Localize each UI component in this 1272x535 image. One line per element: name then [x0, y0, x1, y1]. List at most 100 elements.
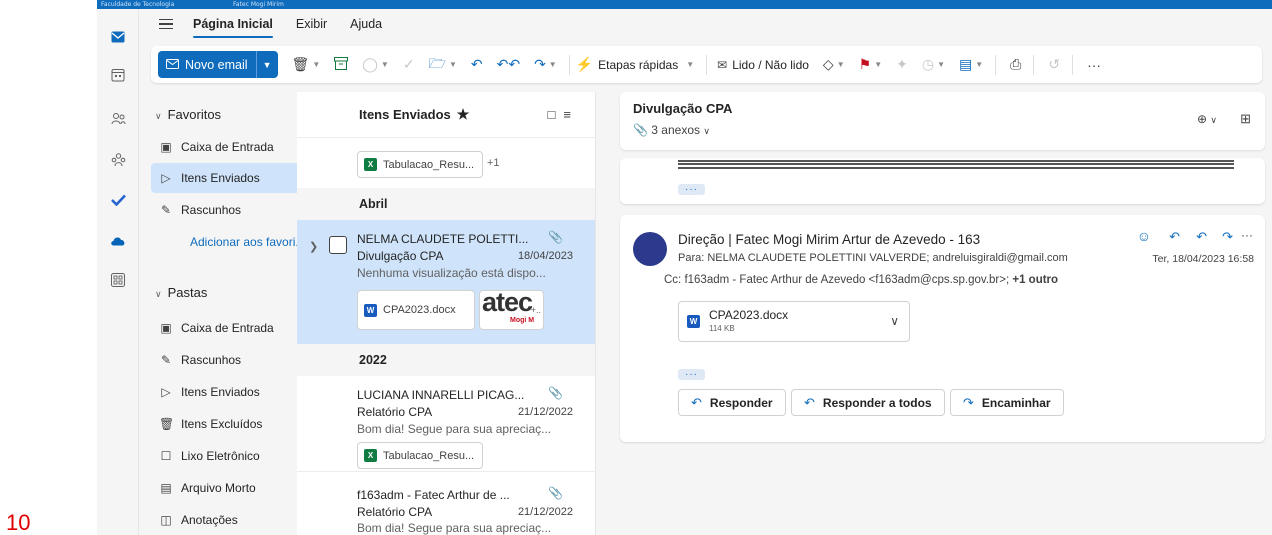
zoom-icon[interactable]: ⊕ ∨	[1197, 112, 1217, 126]
reply-button[interactable]: ↶	[471, 56, 483, 73]
undo-button[interactable]: ↺	[1048, 56, 1060, 73]
message-list: Itens Enviados ★ □≡ X Tabulacao_Resu... +…	[297, 92, 596, 535]
paperclip-icon: 📎	[548, 386, 563, 400]
tag-button[interactable]: ◇ ▼	[823, 56, 845, 73]
new-email-button[interactable]: Novo email	[158, 51, 256, 78]
word-file-icon: W	[687, 315, 700, 328]
people-icon[interactable]	[108, 108, 128, 128]
read-unread-button[interactable]: ✉ Lido / Não lido	[717, 58, 809, 72]
show-more-dots[interactable]: ···	[678, 369, 705, 380]
folders-label: Pastas	[167, 285, 208, 300]
read-unread-label: Lido / Não lido	[732, 57, 809, 72]
hamburger-menu-icon[interactable]	[159, 16, 173, 33]
forward-icon: ↷	[534, 56, 546, 72]
favorite-item-inbox[interactable]: ▣ Caixa de Entrada	[151, 132, 319, 162]
reply-label: Responder	[709, 395, 773, 410]
print-button[interactable]: ⎙	[1010, 56, 1021, 73]
delete-button[interactable]: 🗑 ▼	[292, 56, 321, 73]
list-item-selected[interactable]: ❯ NELMA CLAUDETE POLETTI... 📎 Divulgação…	[297, 220, 595, 344]
more-options-button[interactable]: ···	[1087, 57, 1101, 73]
folder-item-notes[interactable]: ◫ Anotações	[151, 505, 319, 535]
item-subject: Relatório CPA	[357, 505, 433, 519]
forward-button[interactable]: ↷ Encaminhar	[950, 389, 1064, 416]
attachment-chip[interactable]: X Tabulacao_Resu...	[357, 442, 484, 469]
sweep-button[interactable]: ✓	[403, 56, 415, 73]
select-checkbox[interactable]	[329, 236, 347, 254]
reply-all-button[interactable]: ↶ Responder a todos	[791, 389, 945, 416]
image-thumbnail[interactable]: atec Mogi M +..	[479, 290, 544, 330]
cc-text: Cc: f163adm - Fatec Arthur de Azevedo <f…	[664, 274, 1010, 286]
folder-item-sent[interactable]: ▷ Itens Enviados	[151, 377, 319, 407]
group-header-april: Abril	[297, 188, 595, 220]
select-icon[interactable]: □	[548, 107, 564, 122]
attachments-toggle[interactable]: 📎 3 anexos ∨	[633, 123, 710, 137]
report-button[interactable]: ◯ ▼	[362, 56, 389, 73]
flag-button[interactable]: ⚑ ▼	[859, 56, 882, 73]
folder-label: Caixa de Entrada	[181, 321, 274, 335]
quick-steps-button[interactable]: ⚡ Etapas rápidas ▼	[576, 56, 694, 73]
chevron-down-icon[interactable]: ∨	[890, 314, 899, 328]
folder-item-inbox[interactable]: ▣ Caixa de Entrada	[151, 313, 319, 343]
mail-icon[interactable]	[108, 27, 128, 47]
avatar[interactable]	[633, 232, 667, 266]
reply-icon[interactable]: ↶	[1169, 229, 1180, 245]
move-to-button[interactable]: 🗁 ▼	[429, 53, 457, 77]
list-item[interactable]: f163adm - Fatec Arthur de ... 📎 Relatóri…	[297, 482, 595, 535]
word-file-icon: W	[364, 303, 377, 317]
onedrive-icon[interactable]	[108, 230, 128, 250]
more-actions-icon[interactable]: ···	[1241, 228, 1253, 242]
rules-button[interactable]: ▤ ▼	[959, 56, 983, 73]
calendar-icon[interactable]	[108, 65, 128, 85]
message-subject: Divulgação CPA	[633, 101, 733, 116]
reply-all-button[interactable]: ↶↶	[497, 56, 520, 73]
forward-icon[interactable]: ↷	[1222, 229, 1233, 245]
favorite-item-drafts[interactable]: ✎Rascunhos1	[151, 195, 319, 225]
pin-button[interactable]: ✦	[896, 56, 908, 73]
item-sender: LUCIANA INNARELLI PICAG...	[357, 388, 525, 402]
archive-button[interactable]	[334, 56, 349, 73]
favorite-item-sent[interactable]: ▷ Itens Enviados	[151, 163, 319, 193]
show-more-dots[interactable]: ···	[678, 184, 705, 195]
attachment-card[interactable]: W CPA2023.docx 114 KB ∨	[678, 301, 910, 342]
apps-icon[interactable]	[108, 270, 128, 290]
forward-button[interactable]: ↷ ▼	[534, 56, 557, 73]
more-attachments-count: +1	[487, 157, 500, 169]
open-window-icon[interactable]: ⊞	[1240, 111, 1251, 127]
tab-help[interactable]: Ajuda	[350, 13, 382, 35]
envelope-open-icon: ✉	[717, 57, 728, 72]
attachment-chip[interactable]: W CPA2023.docx	[357, 290, 475, 330]
folder-item-junk[interactable]: ☐ Lixo Eletrônico	[151, 441, 319, 471]
attachment-chip[interactable]: X Tabulacao_Resu...	[357, 151, 484, 178]
sender-name[interactable]: Direção | Fatec Mogi Mirim Artur de Azev…	[678, 232, 980, 247]
snooze-button[interactable]: ◷ ▼	[922, 56, 945, 73]
list-item[interactable]: LUCIANA INNARELLI PICAG... 📎 Relatório C…	[297, 376, 595, 472]
folder-item-drafts[interactable]: ✎Rascunhos1	[151, 345, 319, 375]
tab-view[interactable]: Exibir	[296, 13, 327, 35]
groups-icon[interactable]	[108, 149, 128, 169]
chevron-down-icon[interactable]: ▼	[255, 51, 278, 78]
item-date: 21/12/2022	[517, 406, 573, 418]
folder-label: Caixa de Entrada	[181, 140, 274, 154]
window-top-strip: Faculdade de Tecnologia Fatec Mogi Mirim	[97, 0, 1272, 9]
rules-icon: ▤	[958, 56, 973, 72]
folder-label: Rascunhos	[181, 353, 242, 367]
favorites-header[interactable]: ∨ Favoritos	[155, 107, 221, 122]
todo-icon[interactable]	[108, 190, 128, 210]
menu-bar: Página Inicial Exibir Ajuda	[139, 9, 1272, 39]
add-favorite-link[interactable]: Adicionar aos favori...	[151, 227, 319, 257]
reply-all-icon[interactable]: ↶	[1196, 229, 1207, 245]
star-icon[interactable]: ★	[457, 106, 470, 123]
emoji-icon[interactable]: ☺	[1137, 228, 1151, 244]
folder-item-deleted[interactable]: 🗑 Itens Excluídos	[151, 409, 319, 439]
folder-item-archive[interactable]: ▤ Arquivo Morto	[151, 473, 319, 503]
cc-more-link[interactable]: +1 outro	[1012, 274, 1058, 286]
folders-header[interactable]: ∨ Pastas	[155, 285, 207, 300]
list-item[interactable]: X Tabulacao_Resu... +1	[297, 138, 595, 186]
chevron-right-icon[interactable]: ❯	[309, 240, 318, 253]
reply-button[interactable]: ↶ Responder	[678, 389, 786, 416]
tab-home[interactable]: Página Inicial	[193, 13, 273, 38]
item-sender: f163adm - Fatec Arthur de ...	[357, 488, 510, 502]
filter-icon[interactable]: ≡	[563, 107, 579, 122]
divider	[1072, 54, 1074, 75]
quoted-rule	[678, 160, 1234, 169]
